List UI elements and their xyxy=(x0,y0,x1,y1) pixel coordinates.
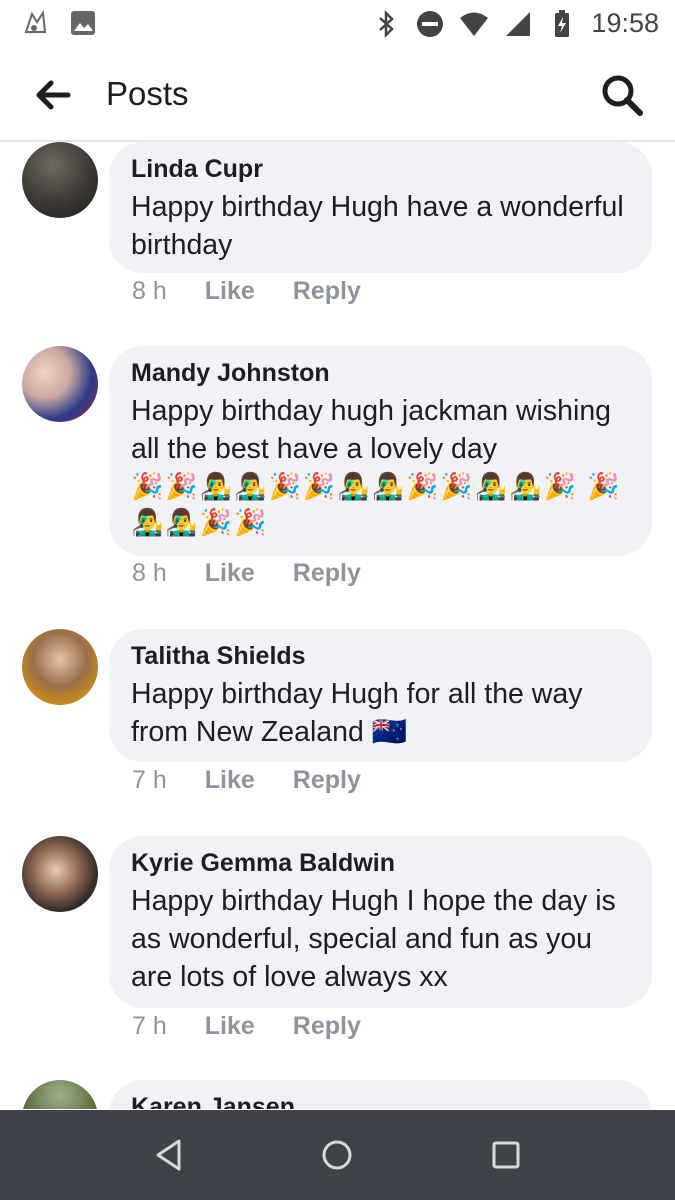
comment-text: Happy birthday hugh jackman wishing all … xyxy=(131,395,612,465)
avatar[interactable] xyxy=(22,1080,98,1109)
comment-text: Happy birthday Hugh have a wonderful bir… xyxy=(131,191,624,261)
status-bar: 19:58 xyxy=(0,0,675,48)
comment-actions: 8 h Like Reply xyxy=(132,559,361,588)
comments-feed[interactable]: Linda Cupr Happy birthday Hugh have a wo… xyxy=(0,142,675,1109)
image-icon xyxy=(71,11,95,35)
app-header: Posts xyxy=(0,48,675,142)
reply-button[interactable]: Reply xyxy=(293,766,361,795)
comment-author[interactable]: Karen Jansen xyxy=(131,1092,630,1109)
comment-author[interactable]: Linda Cupr xyxy=(131,154,630,184)
comment-text-body: Happy birthday Hugh for all the way from… xyxy=(131,678,583,748)
battery-icon xyxy=(555,9,570,37)
back-arrow-icon[interactable] xyxy=(32,74,74,116)
reply-button[interactable]: Reply xyxy=(293,1012,361,1041)
system-nav-bar xyxy=(0,1110,675,1200)
comment-timestamp[interactable]: 8 h xyxy=(132,277,167,306)
comment-bubble: Mandy Johnston Happy birthday hugh jackm… xyxy=(109,346,652,556)
comment-author[interactable]: Kyrie Gemma Baldwin xyxy=(131,848,630,878)
reply-button[interactable]: Reply xyxy=(293,559,361,588)
avatar[interactable] xyxy=(22,346,98,422)
comment-bubble: Talitha Shields Happy birthday Hugh for … xyxy=(109,629,652,762)
comment-timestamp[interactable]: 7 h xyxy=(132,766,167,795)
home-circle-icon[interactable] xyxy=(314,1132,360,1178)
signal-icon xyxy=(506,11,531,36)
comment-bubble: Kyrie Gemma Baldwin Happy birthday Hugh … xyxy=(109,836,652,1008)
status-left xyxy=(20,8,98,38)
app-icon xyxy=(24,10,47,33)
comment-timestamp[interactable]: 8 h xyxy=(132,559,167,588)
comment-author[interactable]: Talitha Shields xyxy=(131,641,630,671)
status-time: 19:58 xyxy=(591,8,659,38)
comment-emojis: 🎉🎉👨‍🎤👨‍🎤🎉🎉👨‍🎤👨‍🎤🎉🎉👨‍🎤👨‍🎤🎉 🎉👨‍🎤👨‍🎤🎉🎉 xyxy=(131,471,622,537)
wifi-icon xyxy=(460,12,489,36)
comment-bubble: Linda Cupr Happy birthday Hugh have a wo… xyxy=(109,142,652,273)
comment-actions: 7 h Like Reply xyxy=(132,766,361,795)
search-icon[interactable] xyxy=(599,72,645,118)
comment-text: Happy birthday Hugh for all the way from… xyxy=(131,675,630,751)
comment-actions: 8 h Like Reply xyxy=(132,277,361,306)
comment-timestamp[interactable]: 7 h xyxy=(132,1012,167,1041)
avatar[interactable] xyxy=(22,629,98,705)
recents-square-icon[interactable] xyxy=(483,1132,529,1178)
do-not-disturb-icon xyxy=(417,10,444,37)
flag-emoji: 🇳🇿 xyxy=(371,716,408,748)
page-title: Posts xyxy=(106,75,189,112)
like-button[interactable]: Like xyxy=(205,559,255,588)
back-triangle-icon[interactable] xyxy=(146,1132,192,1178)
like-button[interactable]: Like xyxy=(205,1012,255,1041)
status-right: 19:58 xyxy=(371,8,659,39)
like-button[interactable]: Like xyxy=(205,277,255,306)
comment-author[interactable]: Mandy Johnston xyxy=(131,358,630,388)
comment-bubble: Karen Jansen xyxy=(109,1080,652,1109)
avatar[interactable] xyxy=(22,142,98,218)
comment-text: Happy birthday Hugh I hope the day is as… xyxy=(131,885,616,993)
avatar[interactable] xyxy=(22,836,98,912)
like-button[interactable]: Like xyxy=(205,766,255,795)
comment-actions: 7 h Like Reply xyxy=(132,1012,361,1041)
reply-button[interactable]: Reply xyxy=(293,277,361,306)
bluetooth-icon xyxy=(379,9,395,38)
